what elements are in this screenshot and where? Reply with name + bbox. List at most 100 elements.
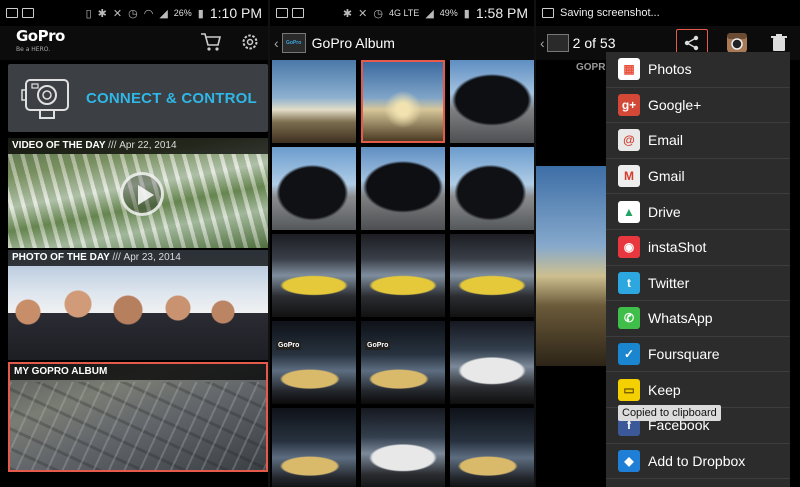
photos-icon: ▦ [618, 58, 640, 81]
share-option-instashot[interactable]: ◉ instaShot [606, 230, 790, 266]
album-thumb-icon [546, 34, 569, 52]
thumbnail[interactable]: GoPro [361, 321, 445, 404]
connect-control-button[interactable]: CONNECT & CONTROL [8, 64, 268, 132]
thumbnail[interactable] [272, 408, 356, 487]
share-option-label: Photos [648, 61, 692, 78]
booth-sign: GoPro [276, 341, 302, 350]
thumbnail[interactable] [272, 147, 356, 230]
share-option-label: Twitter [648, 274, 690, 291]
gallery-notification-icon [6, 8, 18, 18]
share-menu: ▦ Photos g+ Google+ @ Email M Gmail ▲ Drive ◉ insta… [606, 52, 790, 487]
photo-of-the-day-tile[interactable]: PHOTO OF THE DAY /// Apr 23, 2014 [8, 250, 268, 360]
share-option-gmail[interactable]: M Gmail [606, 159, 790, 195]
network-type: 4G LTE [388, 8, 420, 18]
cart-icon[interactable] [200, 32, 222, 52]
share-option-twitter[interactable]: t Twitter [606, 266, 790, 302]
app-bar: GoPro Be a HERO. [0, 26, 268, 60]
share-option-label: Foursquare [648, 346, 720, 363]
email-icon: @ [618, 129, 640, 152]
battery-icon: ▮ [463, 7, 470, 20]
photo-of-the-day-sep: /// [112, 252, 121, 263]
drive-icon: ▲ [618, 200, 640, 223]
page-title: GoPro Album [311, 35, 395, 51]
my-gopro-album-header: MY GOPRO ALBUM [10, 364, 266, 380]
photo-of-the-day-header: PHOTO OF THE DAY /// Apr 23, 2014 [8, 250, 268, 266]
booth-sign: GoPro [365, 341, 391, 350]
video-of-the-day-title: VIDEO OF THE DAY [12, 140, 106, 151]
group-selfie-image [8, 282, 268, 360]
gopro-home-screen: ▯ ✱ ✕ ◷ ◠ ◢ 26% ▮ 1:10 PM GoPro Be a HER… [0, 0, 268, 487]
wifi-icon: ◠ [143, 7, 154, 20]
photo-of-the-day-date: Apr 23, 2014 [123, 252, 181, 263]
share-option-foursquare[interactable]: ✓ Foursquare [606, 337, 790, 373]
dropbox-icon: ◆ [618, 449, 640, 472]
screenshot-notification-icon [542, 8, 554, 18]
signal-icon: ◢ [159, 7, 168, 20]
video-of-the-day-date: Apr 22, 2014 [119, 140, 177, 151]
share-option-label: Email [648, 132, 684, 149]
thumbnail[interactable] [361, 234, 445, 317]
share-option-keep[interactable]: ▭ Keep [606, 372, 790, 408]
share-option-label: Gmail [648, 168, 685, 185]
back-chevron-icon[interactable]: ‹ [274, 35, 279, 51]
thumbnail-selected[interactable] [361, 60, 445, 143]
thumbnail[interactable] [450, 147, 534, 230]
signal-icon: ◢ [425, 7, 434, 20]
alarm-icon: ◷ [373, 7, 383, 20]
toast: Copied to clipboard [618, 405, 721, 421]
thumbnail[interactable] [361, 147, 445, 230]
photo-counter: 2 of 53 [572, 35, 616, 51]
back-chevron-icon[interactable]: ‹ [540, 35, 545, 51]
status-bar: Saving screenshot... [536, 0, 800, 26]
thumbnail[interactable] [450, 234, 534, 317]
camera-housing-icon [21, 79, 69, 119]
alarm-icon: ◷ [128, 7, 138, 20]
thumbnail[interactable] [272, 60, 356, 143]
thumbnail[interactable] [450, 60, 534, 143]
thumbnail[interactable] [361, 408, 445, 487]
share-option-drive[interactable]: ▲ Drive [606, 194, 790, 230]
share-option-email[interactable]: @ Email [606, 123, 790, 159]
my-gopro-album-tile[interactable]: MY GOPRO ALBUM [8, 362, 268, 472]
gmail-icon: M [618, 165, 640, 188]
bluetooth-icon: ✱ [342, 7, 353, 20]
logo-tagline: Be a HERO. [16, 46, 51, 53]
photo-of-the-day-title: PHOTO OF THE DAY [12, 252, 110, 263]
status-bar: ✱ ✕ ◷ 4G LTE ◢ 49% ▮ 1:58 PM [270, 0, 534, 26]
share-option-google-[interactable]: g+ Google+ [606, 88, 790, 124]
clock: 1:10 PM [209, 5, 262, 21]
my-gopro-album-title: MY GOPRO ALBUM [14, 366, 108, 377]
share-option-label: Google+ [648, 96, 702, 113]
notification-text: Saving screenshot... [560, 7, 660, 19]
mail-notification-icon [22, 8, 34, 18]
status-bar: ▯ ✱ ✕ ◷ ◠ ◢ 26% ▮ 1:10 PM [0, 0, 268, 26]
thumbnail[interactable]: GoPro [272, 321, 356, 404]
share-option-label: Add to Dropbox [648, 452, 746, 469]
clock: 1:58 PM [475, 5, 528, 21]
preview-image [536, 166, 608, 366]
battery-icon: ▮ [197, 7, 204, 20]
parking-lot-image [10, 382, 266, 470]
video-of-the-day-tile[interactable]: VIDEO OF THE DAY /// Apr 22, 2014 [8, 138, 268, 248]
thumbnail[interactable] [272, 234, 356, 317]
connect-control-label: CONNECT & CONTROL [86, 89, 257, 107]
share-option-whatsapp[interactable]: ✆ WhatsApp [606, 301, 790, 337]
video-of-the-day-header: VIDEO OF THE DAY /// Apr 22, 2014 [8, 138, 268, 154]
thumbnail[interactable] [450, 408, 534, 487]
foursquare-icon: ✓ [618, 343, 640, 366]
mail-notification-icon [292, 8, 304, 18]
gopro-album-screen: ✱ ✕ ◷ 4G LTE ◢ 49% ▮ 1:58 PM ‹ GoPro GoP… [270, 0, 534, 487]
share-icon [684, 35, 699, 51]
share-option-add-to-dropbox[interactable]: ◆ Add to Dropbox [606, 444, 790, 480]
gear-icon[interactable] [240, 32, 260, 52]
whatsapp-icon: ✆ [618, 307, 640, 330]
gopro-logo: GoPro Be a HERO. [16, 29, 65, 57]
google-plus-icon: g+ [618, 93, 640, 116]
thumbnail[interactable] [450, 321, 534, 404]
share-option-photos[interactable]: ▦ Photos [606, 52, 790, 88]
app-bar[interactable]: ‹ GoPro GoPro Album [270, 26, 534, 60]
instashot-icon: ◉ [618, 236, 640, 259]
play-icon[interactable] [120, 172, 164, 216]
gopro-album-icon: GoPro [281, 33, 306, 53]
vibrate-icon: ▯ [85, 7, 92, 20]
